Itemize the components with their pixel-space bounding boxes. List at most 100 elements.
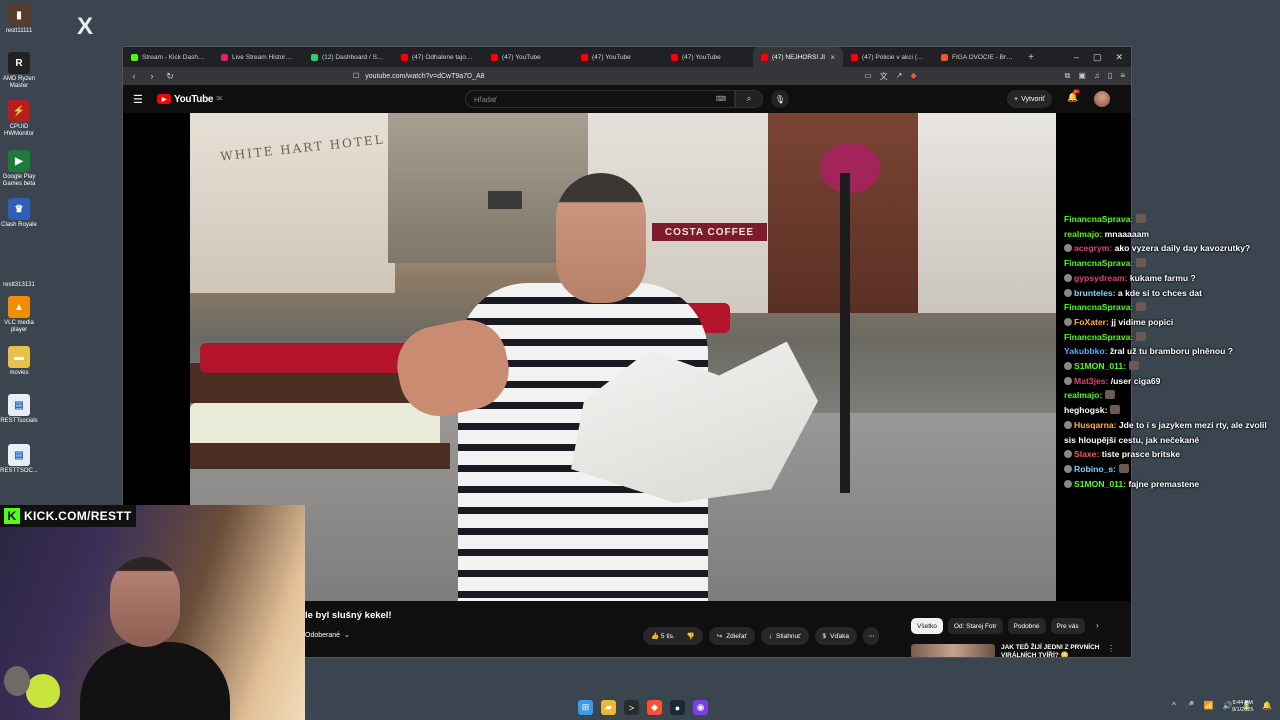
- reload-button[interactable]: ↻: [165, 71, 175, 82]
- thanks-button[interactable]: $ Vďaka: [814, 627, 857, 645]
- create-button[interactable]: + Vytvoriť: [1007, 90, 1052, 108]
- translate-icon[interactable]: 文: [880, 71, 888, 82]
- microphone-icon[interactable]: 🎤: [1185, 701, 1195, 710]
- browser-tab[interactable]: (47) YouTube: [663, 47, 753, 67]
- browser-tab[interactable]: Live Stream History for R: [213, 47, 303, 67]
- desktop-icon[interactable]: R AMD Ryzen Master: [0, 52, 38, 90]
- recommended-title[interactable]: JAK TEĎ ŽIJÍ JEDNI Z PRVNÍCH VIRÁLNÍCH T…: [1001, 644, 1101, 657]
- browser-tab[interactable]: (12) Dashboard / Stream: [303, 47, 393, 67]
- close-window-button[interactable]: ✕: [1115, 52, 1123, 63]
- new-tab-button[interactable]: +: [1023, 52, 1039, 63]
- tab-close-icon[interactable]: ×: [830, 53, 835, 62]
- browser-tab[interactable]: (47) YouTube: [573, 47, 663, 67]
- subscribe-label: Odoberané: [305, 631, 341, 639]
- chat-username[interactable]: Husqarna:: [1074, 420, 1117, 430]
- video-frame[interactable]: WHITE HART HOTEL COSTA COFFEE: [190, 113, 1056, 601]
- chat-username[interactable]: FinancnaSprava:: [1064, 214, 1133, 224]
- search-button[interactable]: ⌕: [735, 90, 763, 108]
- windows-start-icon[interactable]: ⊞: [578, 700, 593, 715]
- account-avatar[interactable]: [1094, 91, 1110, 107]
- browser-tab[interactable]: Stream - Kick Dashboard: [123, 47, 213, 67]
- chat-username[interactable]: realmajo:: [1064, 229, 1102, 239]
- recommended-more-icon[interactable]: ⋮: [1107, 644, 1115, 653]
- browser-tab[interactable]: (47) Policie v akci (334): [843, 47, 933, 67]
- dislike-icon[interactable]: 👎: [687, 632, 695, 640]
- more-actions-button[interactable]: ⋯: [862, 627, 880, 645]
- terminal-icon[interactable]: >: [624, 700, 639, 715]
- download-button[interactable]: ↓ Stiahnuť: [760, 627, 809, 645]
- chat-username[interactable]: S1MON_011:: [1074, 361, 1126, 371]
- voice-search-button[interactable]: 🎙: [771, 90, 789, 108]
- browser-tab[interactable]: (47) YouTube: [483, 47, 573, 67]
- menu-icon[interactable]: ≡: [1120, 71, 1125, 82]
- like-button[interactable]: 👍 5 tis.: [651, 632, 675, 640]
- brave-shield-icon[interactable]: ◆: [910, 71, 916, 82]
- url-field[interactable]: ☐ youtube.com/watch?v=dCwT9a7D_A8: [183, 69, 856, 83]
- brave-icon[interactable]: ◆: [647, 700, 662, 715]
- search-input[interactable]: Hľadať ⌨: [465, 90, 735, 108]
- notification-center-icon[interactable]: 🔔: [1262, 701, 1272, 710]
- browser-tab[interactable]: FIGA OVOCIE - Brave Se: [933, 47, 1023, 67]
- filter-chip[interactable]: Podobné: [1007, 618, 1046, 634]
- minimize-button[interactable]: –: [1074, 52, 1079, 62]
- desktop-icon[interactable]: ⚡ CPUID HWMonitor: [0, 100, 38, 138]
- browser-tab[interactable]: (47) Odhalene tajomstvo: [393, 47, 483, 67]
- desktop-icon[interactable]: restt313131: [0, 258, 38, 289]
- bookmark-icon[interactable]: ☐: [353, 72, 359, 80]
- notifications-button[interactable]: 🔔 9+: [1067, 89, 1081, 103]
- emote-icon: [1136, 331, 1147, 341]
- chat-username[interactable]: heghogsk:: [1064, 405, 1107, 415]
- recommended-video[interactable]: JAK TEĎ ŽIJÍ JEDNI Z PRVNÍCH VIRÁLNÍCH T…: [911, 644, 1115, 657]
- cast-icon[interactable]: ▭: [864, 71, 872, 82]
- sidebar-icon[interactable]: ▯: [1108, 71, 1112, 82]
- chat-message: realmajo:: [1064, 388, 1280, 403]
- chat-username[interactable]: Mat3jes:: [1074, 376, 1108, 386]
- hamburger-menu-icon[interactable]: ☰: [133, 93, 145, 106]
- chat-username[interactable]: brunteles:: [1074, 288, 1116, 298]
- chat-username[interactable]: Robino_s:: [1074, 464, 1116, 474]
- chat-username[interactable]: gypsydream:: [1074, 273, 1128, 283]
- desktop-icon[interactable]: ▬ movies: [0, 346, 38, 377]
- wifi-icon[interactable]: 📶: [1204, 701, 1214, 710]
- chat-username[interactable]: Yakubbko:: [1064, 346, 1107, 356]
- tray-overflow-icon[interactable]: ^: [1172, 701, 1176, 710]
- share-button[interactable]: ↪ Zdieľať: [708, 627, 755, 645]
- desktop-icon[interactable]: ▤ RESTTSOC...: [0, 444, 38, 475]
- filter-chip[interactable]: Pre vás: [1050, 618, 1085, 634]
- chat-username[interactable]: S1MON_011:: [1074, 479, 1126, 489]
- wallet-icon[interactable]: ▣: [1078, 71, 1086, 82]
- youtube-logo[interactable]: ▶ YouTube SK: [157, 94, 223, 105]
- desktop-icon[interactable]: ▶ Google Play Games beta: [0, 150, 38, 188]
- chat-username[interactable]: FinancnaSprava:: [1064, 332, 1133, 342]
- chat-username[interactable]: realmajo:: [1064, 390, 1102, 400]
- file-explorer-icon[interactable]: ▰: [601, 700, 616, 715]
- desktop-icon[interactable]: ♛ Clash Royale: [0, 198, 38, 229]
- subscribe-button[interactable]: Odoberané ⌄: [305, 631, 350, 640]
- chat-username[interactable]: FinancnaSprava:: [1064, 258, 1133, 268]
- back-button[interactable]: ‹: [129, 71, 139, 81]
- tab-label: (47) Odhalene tajomstvo: [412, 53, 475, 61]
- chat-username[interactable]: Slaxe:: [1074, 449, 1099, 459]
- filter-chip[interactable]: Všetko: [911, 618, 943, 634]
- browser-tab[interactable]: (47) NEJHORŠÍ JÍ ×: [753, 47, 843, 67]
- desktop-icon[interactable]: ▮ restt11111: [0, 4, 38, 35]
- recommended-thumbnail[interactable]: [911, 644, 995, 657]
- clock[interactable]: 9:44 PM 9/1/2025: [1232, 700, 1253, 714]
- chevron-right-icon[interactable]: ›: [1096, 621, 1099, 630]
- maximize-button[interactable]: ▢: [1093, 52, 1102, 63]
- filter-chip[interactable]: Od: Starej Fotr: [947, 618, 1003, 634]
- chat-username[interactable]: FoXater:: [1074, 317, 1109, 327]
- chat-username[interactable]: acegrym:: [1074, 243, 1112, 253]
- keyboard-icon[interactable]: ⌨: [716, 95, 726, 103]
- desktop-icon[interactable]: ▲ VLC media player: [0, 296, 38, 334]
- x-logo-icon[interactable]: X: [72, 13, 98, 40]
- media-icon[interactable]: ♫: [1094, 71, 1100, 82]
- app-icon[interactable]: ◉: [693, 700, 708, 715]
- tab-favicon-icon: [581, 53, 588, 61]
- share-icon[interactable]: ↗: [896, 71, 903, 82]
- forward-button[interactable]: ›: [147, 71, 157, 81]
- extensions-icon[interactable]: ⧉: [1065, 71, 1071, 82]
- chat-username[interactable]: FinancnaSprava:: [1064, 302, 1133, 312]
- steam-icon[interactable]: ●: [670, 700, 685, 715]
- desktop-icon[interactable]: ▤ RESTTsocials: [0, 394, 38, 425]
